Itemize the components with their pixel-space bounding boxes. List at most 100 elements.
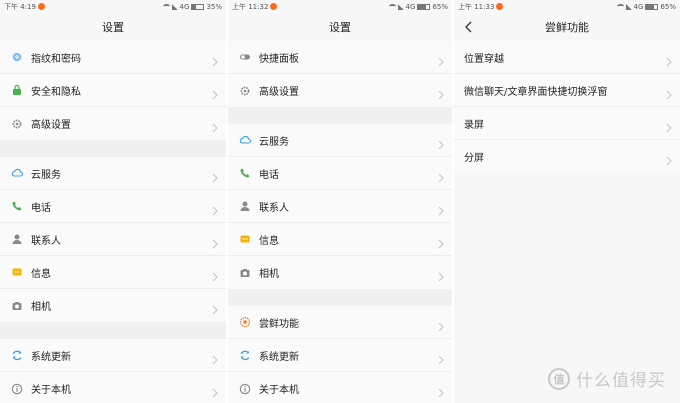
phone-icon: [10, 200, 23, 213]
gear-icon: [10, 117, 23, 130]
signal-icon: [625, 3, 632, 10]
list-item-camera[interactable]: 相机: [0, 289, 226, 322]
status-bar: 上午 11:32 4G 65%: [228, 0, 452, 13]
chevron-right-icon: [437, 317, 445, 332]
list-item-cloud[interactable]: 云服务: [228, 124, 452, 157]
list-item-label: 高级设置: [31, 120, 71, 131]
status-left: 上午 11:33: [458, 2, 504, 12]
chevron-right-icon: [211, 118, 219, 133]
page-title: 设置: [329, 21, 351, 34]
chevron-right-icon: [211, 300, 219, 315]
list-item-label: 相机: [259, 269, 279, 280]
title-bar: 设置: [0, 13, 226, 41]
wifi-icon: [616, 4, 624, 9]
list-item-quick-panel[interactable]: 快捷面板: [228, 41, 452, 74]
qq-notification-icon: [37, 3, 45, 10]
network-type: 4G: [179, 2, 190, 11]
status-left: 上午 11:32: [232, 2, 278, 12]
watermark: 值 什么值得买: [548, 366, 666, 391]
chevron-right-icon: [437, 135, 445, 150]
list-item-label: 联系人: [259, 202, 289, 214]
camera-icon: [10, 299, 23, 312]
toggle-icon: [238, 51, 251, 64]
list-item-position-wear[interactable]: 位置穿越: [454, 41, 680, 74]
battery-percent: 65%: [660, 2, 676, 11]
signal-icon: [397, 3, 404, 10]
refresh-icon: [10, 349, 23, 362]
list-item-label: 关于本机: [31, 385, 71, 396]
network-type: 4G: [633, 2, 644, 11]
section-divider: [0, 322, 226, 339]
list-item-contacts[interactable]: 联系人: [228, 190, 452, 223]
chevron-right-icon: [211, 383, 219, 398]
chevron-right-icon: [437, 201, 445, 216]
list-item-advanced[interactable]: 高级设置: [228, 74, 452, 107]
list-item-update[interactable]: 系统更新: [228, 339, 452, 372]
battery-percent: 35%: [206, 2, 222, 11]
list-item-phone[interactable]: 电话: [0, 190, 226, 223]
list-item-fingerprint[interactable]: 指纹和密码: [0, 41, 226, 74]
network-type: 4G: [405, 2, 416, 11]
list-item-cloud[interactable]: 云服务: [0, 157, 226, 190]
list-item-security[interactable]: 安全和隐私: [0, 74, 226, 107]
list-item-label: 分屏: [464, 153, 484, 164]
list-item-screen-record[interactable]: 录屏: [454, 107, 680, 140]
message-icon: [238, 233, 251, 246]
chevron-right-icon: [211, 267, 219, 282]
status-right: 4G 35%: [162, 2, 222, 11]
battery-icon: [645, 3, 659, 10]
list-item-label: 云服务: [259, 136, 289, 148]
list-item-label: 微信聊天/文章界面快捷切换浮窗: [464, 86, 608, 98]
list-item-label: 电话: [259, 169, 279, 181]
list-item-messages[interactable]: 信息: [228, 223, 452, 256]
list-item-advanced[interactable]: 高级设置: [0, 107, 226, 140]
chevron-right-icon: [211, 234, 219, 249]
settings-group: 云服务电话联系人信息相机: [228, 124, 452, 289]
chevron-right-icon: [211, 168, 219, 183]
status-right: 4G 65%: [388, 2, 448, 11]
list-item-about[interactable]: 关于本机: [0, 372, 226, 403]
list-item-wechat-float[interactable]: 微信聊天/文章界面快捷切换浮窗: [454, 74, 680, 107]
list-item-contacts[interactable]: 联系人: [0, 223, 226, 256]
list-item-early-features[interactable]: 尝鲜功能: [228, 306, 452, 339]
back-arrow-icon[interactable]: [461, 19, 477, 35]
settings-group: 系统更新 关于本机: [0, 339, 226, 403]
chevron-right-icon: [665, 151, 673, 166]
list-item-label: 高级设置: [259, 87, 299, 98]
list-item-split-screen[interactable]: 分屏: [454, 140, 680, 173]
title-bar: 设置: [228, 13, 452, 41]
info-icon: [10, 382, 23, 395]
wifi-icon: [388, 4, 396, 9]
settings-screen-1: 下午 4:19 4G 35% 设置 指纹和密码 安全和隐私高级设置云服务 电话 联系人信息相机…: [0, 0, 226, 403]
list-item-label: 信息: [31, 268, 51, 280]
camera-icon: [238, 266, 251, 279]
battery-level: [418, 4, 426, 9]
list-item-label: 录屏: [464, 119, 484, 131]
list-item-label: 系统更新: [259, 351, 299, 363]
chevron-right-icon: [665, 52, 673, 67]
person-icon: [10, 233, 23, 246]
status-right: 4G 65%: [616, 2, 676, 11]
list-item-about[interactable]: 关于本机: [228, 372, 452, 403]
list-item-camera[interactable]: 相机: [228, 256, 452, 289]
message-icon: [10, 266, 23, 279]
chevron-right-icon: [437, 350, 445, 365]
fingerprint-icon: [10, 51, 23, 64]
list-item-label: 快捷面板: [259, 53, 299, 65]
lock-icon: [10, 84, 23, 97]
status-left: 下午 4:19: [4, 2, 45, 12]
phone-icon: [238, 167, 251, 180]
list-item-phone[interactable]: 电话: [228, 157, 452, 190]
battery-level: [646, 4, 654, 9]
chevron-right-icon: [665, 118, 673, 133]
list-item-label: 系统更新: [31, 351, 71, 363]
chevron-right-icon: [211, 201, 219, 216]
list-item-messages[interactable]: 信息: [0, 256, 226, 289]
list-item-update[interactable]: 系统更新: [0, 339, 226, 372]
battery-icon: [191, 3, 205, 10]
chevron-right-icon: [211, 85, 219, 100]
gear-icon: [238, 84, 251, 97]
cloud-icon: [10, 167, 23, 180]
settings-group: 云服务 电话 联系人信息相机: [0, 157, 226, 322]
chevron-right-icon: [437, 52, 445, 67]
